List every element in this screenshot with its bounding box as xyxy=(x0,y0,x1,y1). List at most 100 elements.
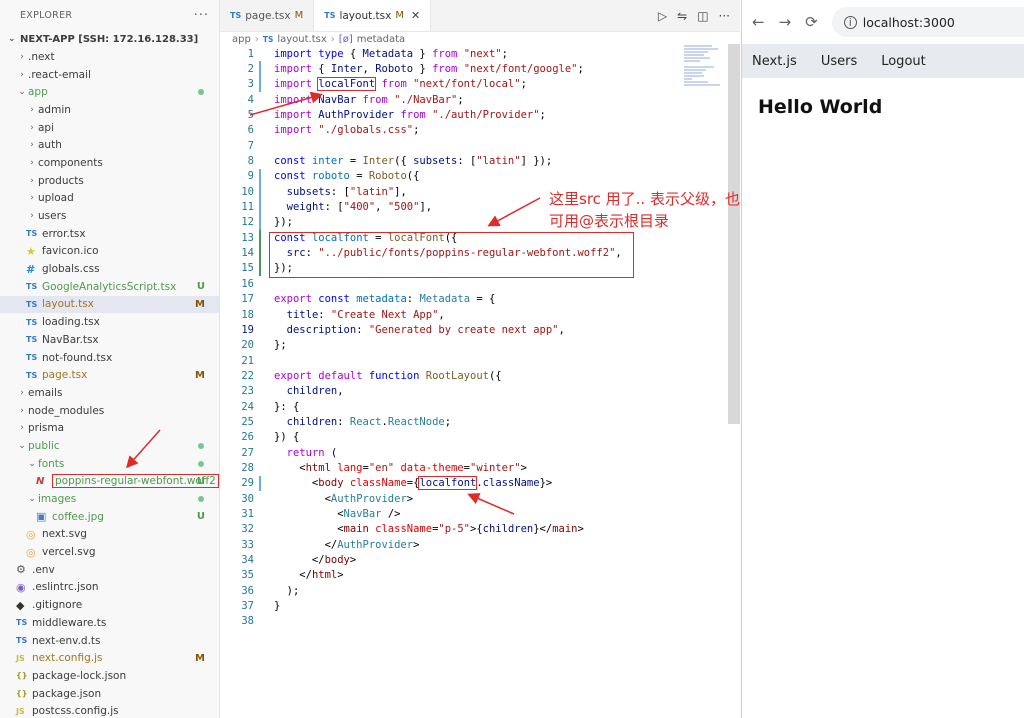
nav-link-logout[interactable]: Logout xyxy=(881,54,926,69)
nav-link-home[interactable]: Next.js xyxy=(752,54,797,69)
code-line[interactable]: 20}; xyxy=(220,338,740,353)
split-editor-icon[interactable]: ◫ xyxy=(697,9,708,23)
tree-file[interactable]: # globals.css xyxy=(0,260,219,278)
info-icon[interactable]: i xyxy=(843,15,857,29)
tree-file[interactable]: TS middleware.ts xyxy=(0,614,219,632)
code-line[interactable]: 28 <html lang="en" data-theme="winter"> xyxy=(220,460,740,475)
tree-file[interactable]: TS layout.tsx M xyxy=(0,295,219,314)
tree-folder[interactable]: › .next xyxy=(0,48,219,66)
more-actions-icon[interactable]: ··· xyxy=(719,9,730,23)
breadcrumb-symbol[interactable]: metadata xyxy=(357,34,405,45)
tree-file[interactable]: ◎ vercel.svg xyxy=(0,543,219,561)
code-editor[interactable]: 1 import type { Metadata } from "next"; 2 i… xyxy=(220,46,740,629)
tree-folder[interactable]: › components xyxy=(0,154,219,172)
tree-file[interactable]: JS postcss.config.js xyxy=(0,702,219,718)
tree-file[interactable]: {} package-lock.json xyxy=(0,667,219,685)
code-line[interactable]: 8 const inter = Inter({ subsets: ["latin"… xyxy=(220,153,740,168)
code-line[interactable]: 31 <NavBar /> xyxy=(220,506,740,521)
tree-file[interactable]: ◉ .eslintrc.json xyxy=(0,579,219,597)
reload-icon[interactable]: ⟳ xyxy=(805,13,818,31)
tree-folder[interactable]: › auth xyxy=(0,136,219,154)
breadcrumb-folder[interactable]: app xyxy=(232,34,251,45)
tree-file[interactable]: ▣ coffee.jpg U xyxy=(0,508,219,526)
tree-folder[interactable]: ⌄ images xyxy=(0,490,219,508)
tree-folder[interactable]: › products xyxy=(0,172,219,190)
code-line[interactable]: 24}: { xyxy=(220,399,740,414)
code-line[interactable]: 17 export const metadata: Metadata = { xyxy=(220,292,740,307)
code-line[interactable]: 35 </html> xyxy=(220,568,740,583)
tab-page-tsx[interactable]: TS page.tsx M xyxy=(220,0,315,31)
tree-folder[interactable]: › upload xyxy=(0,190,219,208)
code-line[interactable]: 27 return ( xyxy=(220,445,740,460)
back-icon[interactable]: ← xyxy=(752,13,765,31)
code-token: }; xyxy=(274,339,287,352)
tree-file[interactable]: TS page.tsx M xyxy=(0,366,219,384)
tree-file[interactable]: ⚙ .env xyxy=(0,561,219,579)
run-icon[interactable]: ▷ xyxy=(658,9,667,23)
code-line[interactable]: 33 </AuthProvider> xyxy=(220,537,740,552)
address-text: localhost:3000 xyxy=(862,14,955,30)
code-line[interactable]: 32 <main className="p-5">{children}</mai… xyxy=(220,522,740,537)
code-line[interactable]: 19 description: "Generated by create nex… xyxy=(220,322,740,337)
tree-file[interactable]: ◆ .gitignore xyxy=(0,596,219,614)
code-line[interactable]: 26}) { xyxy=(220,430,740,445)
code-line[interactable]: 34 </body> xyxy=(220,552,740,567)
code-line[interactable]: 38 xyxy=(220,614,740,629)
tree-folder[interactable]: ⌄ public xyxy=(0,437,219,455)
tree-file[interactable]: TS NavBar.tsx xyxy=(0,331,219,349)
code-token: > xyxy=(413,538,420,551)
tree-folder[interactable]: › .react-email xyxy=(0,66,219,84)
code-line[interactable]: 29 <body className={localfont.className}… xyxy=(220,475,740,492)
code-line[interactable]: 5 import AuthProvider from "./auth/Provid… xyxy=(220,107,740,122)
code-line[interactable]: 37} xyxy=(220,598,740,613)
code-line[interactable]: 18 title: "Create Next App", xyxy=(220,307,740,322)
code-line[interactable]: 25 children: React.ReactNode; xyxy=(220,414,740,429)
code-line[interactable]: 30 <AuthProvider> xyxy=(220,491,740,506)
tree-folder[interactable]: ⌄ fonts xyxy=(0,455,219,473)
tree-file[interactable]: Npoppins-regular-webfont.woff2 U xyxy=(0,473,219,491)
tree-file[interactable]: TS not-found.tsx xyxy=(0,349,219,367)
tree-file[interactable]: ◎ next.svg xyxy=(0,526,219,544)
breadcrumb-file[interactable]: layout.tsx xyxy=(277,34,326,45)
tree-file[interactable]: ★ favicon.ico xyxy=(0,243,219,261)
code-token: Metadata xyxy=(419,293,471,306)
tree-file[interactable]: JS next.config.js M xyxy=(0,649,219,667)
tree-file[interactable]: TS loading.tsx xyxy=(0,313,219,331)
address-bar[interactable]: i localhost:3000 xyxy=(831,7,1024,37)
code-line[interactable]: 6 import "./globals.css"; xyxy=(220,123,740,138)
code-line[interactable]: 9 const roboto = Roboto({ xyxy=(220,168,740,185)
tree-folder[interactable]: ⌄ app xyxy=(0,83,219,101)
code-line[interactable]: 36 ); xyxy=(220,583,740,598)
code-line[interactable]: 21 xyxy=(220,353,740,368)
tree-folder[interactable]: › users xyxy=(0,207,219,225)
code-line[interactable]: 1 import type { Metadata } from "next"; xyxy=(220,46,740,61)
chevron-right-icon: › xyxy=(20,405,24,416)
code-line[interactable]: 22 export default function RootLayout({ xyxy=(220,368,740,383)
tree-file[interactable]: TS GoogleAnalyticsScript.tsx U xyxy=(0,278,219,296)
code-line[interactable]: 7 xyxy=(220,138,740,153)
code-line[interactable]: 2 import { Inter, Roboto } from "next/fon… xyxy=(220,61,740,78)
tree-folder[interactable]: › emails xyxy=(0,384,219,402)
code-line[interactable]: 3 import localFont from "next/font/local"… xyxy=(220,76,740,93)
forward-icon[interactable]: → xyxy=(779,13,792,31)
code-line[interactable]: 16 xyxy=(220,276,740,291)
more-actions-icon[interactable]: ··· xyxy=(194,8,209,23)
tree-file[interactable]: TS next-env.d.ts xyxy=(0,632,219,650)
code-line[interactable]: 4 import NavBar from "./NavBar"; xyxy=(220,92,740,107)
nav-link-users[interactable]: Users xyxy=(821,54,857,69)
tree-folder[interactable]: › api xyxy=(0,119,219,137)
typescript-icon: TS xyxy=(26,317,38,327)
minimap[interactable] xyxy=(684,44,724,104)
workspace-root[interactable]: ⌄ NEXT-APP [SSH: 172.16.128.33] xyxy=(0,30,219,48)
tab-layout-tsx[interactable]: TS layout.tsx M ✕ xyxy=(314,0,432,31)
compare-icon[interactable]: ⇋ xyxy=(677,9,687,23)
tree-folder[interactable]: › prisma xyxy=(0,419,219,437)
close-icon[interactable]: ✕ xyxy=(411,9,420,22)
code-line[interactable]: 23 children, xyxy=(220,384,740,399)
tree-folder[interactable]: › node_modules xyxy=(0,402,219,420)
tree-file[interactable]: {} package.json xyxy=(0,685,219,703)
tree-file[interactable]: TS error.tsx xyxy=(0,225,219,243)
git-status-badge: M xyxy=(195,298,205,310)
tree-folder[interactable]: › admin xyxy=(0,101,219,119)
vertical-scrollbar[interactable] xyxy=(728,44,740,424)
